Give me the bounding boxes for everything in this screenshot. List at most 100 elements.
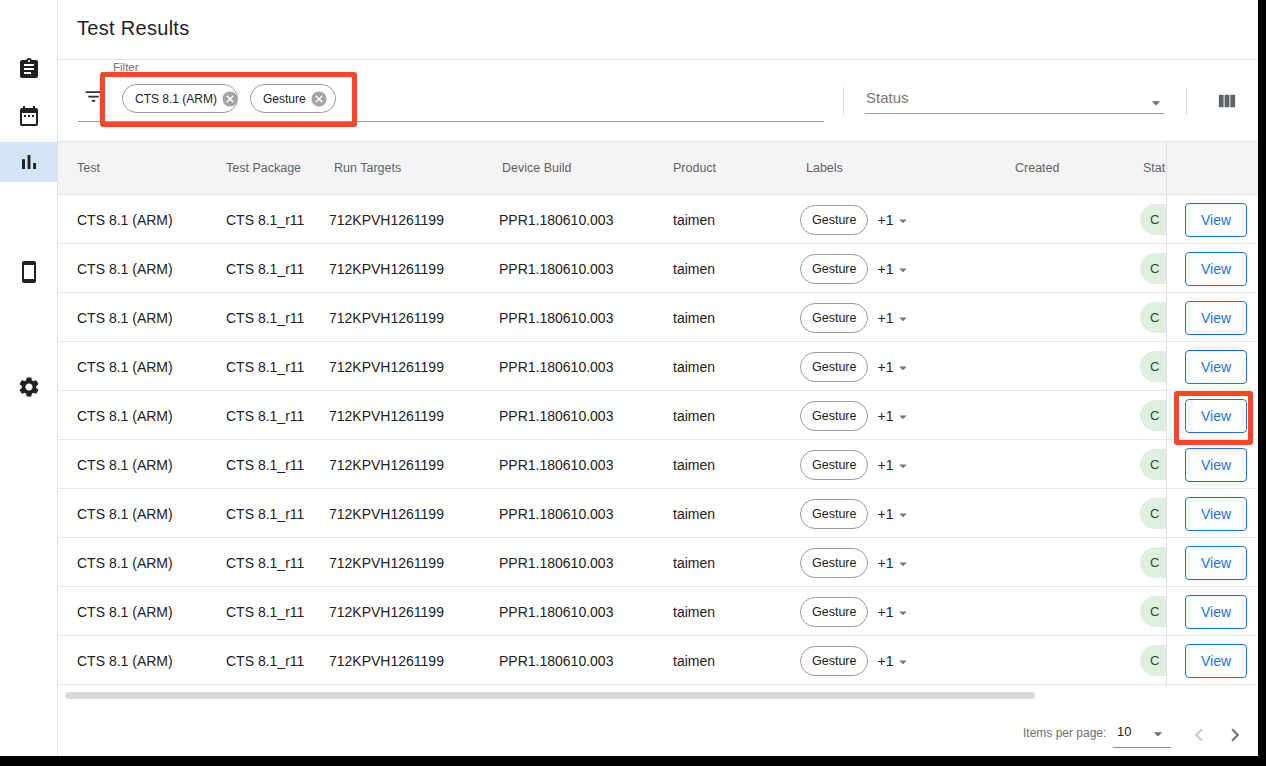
chevron-down-icon[interactable] bbox=[894, 653, 912, 671]
page-title: Test Results bbox=[77, 17, 190, 40]
page-size-underline bbox=[1113, 747, 1171, 748]
cell-run-targets: 712KPVH1261199 bbox=[329, 391, 444, 441]
view-columns-icon[interactable] bbox=[1215, 90, 1238, 113]
table-row: CTS 8.1 (ARM) CTS 8.1_r11 712KPVH1261199… bbox=[58, 489, 1258, 538]
table-row: CTS 8.1 (ARM) CTS 8.1_r11 712KPVH1261199… bbox=[58, 440, 1258, 489]
chevron-down-icon[interactable] bbox=[894, 506, 912, 524]
status-select[interactable]: Status bbox=[866, 89, 909, 106]
sidebar-item-test-plans[interactable] bbox=[0, 49, 57, 89]
cell-test-package: CTS 8.1_r11 bbox=[226, 636, 304, 686]
chevron-down-icon[interactable] bbox=[894, 408, 912, 426]
label-chip: Gesture bbox=[800, 401, 868, 431]
cell-device-build: PPR1.180610.003 bbox=[499, 440, 613, 490]
cell-test: CTS 8.1 (ARM) bbox=[77, 195, 173, 245]
cell-product: taimen bbox=[673, 244, 715, 294]
label-chip: Gesture bbox=[800, 254, 868, 284]
assignment-icon bbox=[17, 57, 41, 81]
view-button[interactable]: View bbox=[1185, 595, 1247, 629]
page-size-select[interactable]: 10 bbox=[1117, 724, 1131, 739]
label-chip-text: Gesture bbox=[812, 507, 856, 521]
status-chip: C bbox=[1140, 547, 1166, 578]
chevron-down-icon[interactable] bbox=[1148, 724, 1168, 744]
smartphone-icon bbox=[17, 260, 41, 284]
cell-labels: Gesture +1 bbox=[800, 538, 912, 587]
status-chip: C bbox=[1140, 498, 1166, 529]
cell-device-build: PPR1.180610.003 bbox=[499, 244, 613, 294]
next-page-icon[interactable] bbox=[1222, 722, 1248, 748]
view-button[interactable]: View bbox=[1185, 546, 1247, 580]
toolbar-divider bbox=[843, 87, 844, 115]
cell-product: taimen bbox=[673, 636, 715, 686]
sidebar-item-devices[interactable] bbox=[0, 252, 57, 292]
view-button[interactable]: View bbox=[1185, 497, 1247, 531]
cell-status: C bbox=[1140, 636, 1166, 685]
cell-actions: View bbox=[1166, 195, 1258, 244]
labels-more-count: +1 bbox=[877, 261, 893, 277]
cell-device-build: PPR1.180610.003 bbox=[499, 391, 613, 441]
status-field-underline bbox=[865, 113, 1164, 114]
chevron-down-icon[interactable] bbox=[894, 212, 912, 230]
cell-status: C bbox=[1140, 195, 1166, 244]
cell-product: taimen bbox=[673, 342, 715, 392]
cell-device-build: PPR1.180610.003 bbox=[499, 636, 613, 686]
cell-test-package: CTS 8.1_r11 bbox=[226, 342, 304, 392]
cell-test-package: CTS 8.1_r11 bbox=[226, 195, 304, 245]
cell-status: C bbox=[1140, 391, 1166, 440]
cell-run-targets: 712KPVH1261199 bbox=[329, 244, 444, 294]
sidebar-item-schedule[interactable] bbox=[0, 96, 57, 136]
chevron-down-icon[interactable] bbox=[894, 359, 912, 377]
labels-more-count: +1 bbox=[877, 408, 893, 424]
column-header-status: Status bbox=[1143, 142, 1166, 194]
view-button[interactable]: View bbox=[1185, 644, 1247, 678]
table-row: CTS 8.1 (ARM) CTS 8.1_r11 712KPVH1261199… bbox=[58, 538, 1258, 587]
settings-icon bbox=[17, 375, 41, 399]
cell-labels: Gesture +1 bbox=[800, 440, 912, 489]
column-header-product: Product bbox=[673, 142, 716, 194]
sticky-column-divider bbox=[1166, 141, 1167, 686]
cell-run-targets: 712KPVH1261199 bbox=[329, 538, 444, 588]
chevron-down-icon[interactable] bbox=[894, 310, 912, 328]
label-chip-text: Gesture bbox=[812, 311, 856, 325]
labels-more-count: +1 bbox=[877, 653, 893, 669]
view-button[interactable]: View bbox=[1185, 301, 1247, 335]
view-button[interactable]: View bbox=[1185, 203, 1247, 237]
cell-product: taimen bbox=[673, 195, 715, 245]
previous-page-icon[interactable] bbox=[1186, 722, 1212, 748]
table-row: CTS 8.1 (ARM) CTS 8.1_r11 712KPVH1261199… bbox=[58, 391, 1258, 440]
label-chip: Gesture bbox=[800, 303, 868, 333]
cell-labels: Gesture +1 bbox=[800, 244, 912, 293]
sidebar-item-test-results[interactable] bbox=[0, 142, 57, 182]
column-header-device-build: Device Build bbox=[502, 142, 571, 194]
cell-actions: View bbox=[1166, 293, 1258, 342]
label-chip: Gesture bbox=[800, 499, 868, 529]
sidebar-item-settings[interactable] bbox=[0, 367, 57, 407]
cell-test-package: CTS 8.1_r11 bbox=[226, 440, 304, 490]
cell-status: C bbox=[1140, 538, 1166, 587]
column-header-labels: Labels bbox=[806, 142, 843, 194]
toolbar-divider bbox=[1186, 87, 1187, 115]
cell-actions: View bbox=[1166, 489, 1258, 538]
chevron-down-icon[interactable] bbox=[1146, 93, 1166, 113]
cell-test: CTS 8.1 (ARM) bbox=[77, 342, 173, 392]
chevron-down-icon[interactable] bbox=[894, 604, 912, 622]
label-chip-text: Gesture bbox=[812, 556, 856, 570]
horizontal-scrollbar[interactable] bbox=[65, 692, 1035, 699]
cell-actions: View bbox=[1166, 342, 1258, 391]
table-row: CTS 8.1 (ARM) CTS 8.1_r11 712KPVH1261199… bbox=[58, 342, 1258, 391]
column-header-test-package: Test Package bbox=[226, 142, 301, 194]
chevron-down-icon[interactable] bbox=[894, 457, 912, 475]
column-header-run-targets: Run Targets bbox=[334, 142, 401, 194]
chevron-down-icon[interactable] bbox=[894, 555, 912, 573]
cell-product: taimen bbox=[673, 489, 715, 539]
table-header: Test Test Package Run Targets Device Bui… bbox=[58, 141, 1258, 195]
cell-labels: Gesture +1 bbox=[800, 391, 912, 440]
view-button[interactable]: View bbox=[1185, 448, 1247, 482]
status-chip: C bbox=[1140, 302, 1166, 333]
cell-test-package: CTS 8.1_r11 bbox=[226, 244, 304, 294]
view-button[interactable]: View bbox=[1185, 252, 1247, 286]
cell-status: C bbox=[1140, 587, 1166, 636]
view-button[interactable]: View bbox=[1185, 350, 1247, 384]
table-row: CTS 8.1 (ARM) CTS 8.1_r11 712KPVH1261199… bbox=[58, 636, 1258, 685]
cell-test: CTS 8.1 (ARM) bbox=[77, 587, 173, 637]
chevron-down-icon[interactable] bbox=[894, 261, 912, 279]
